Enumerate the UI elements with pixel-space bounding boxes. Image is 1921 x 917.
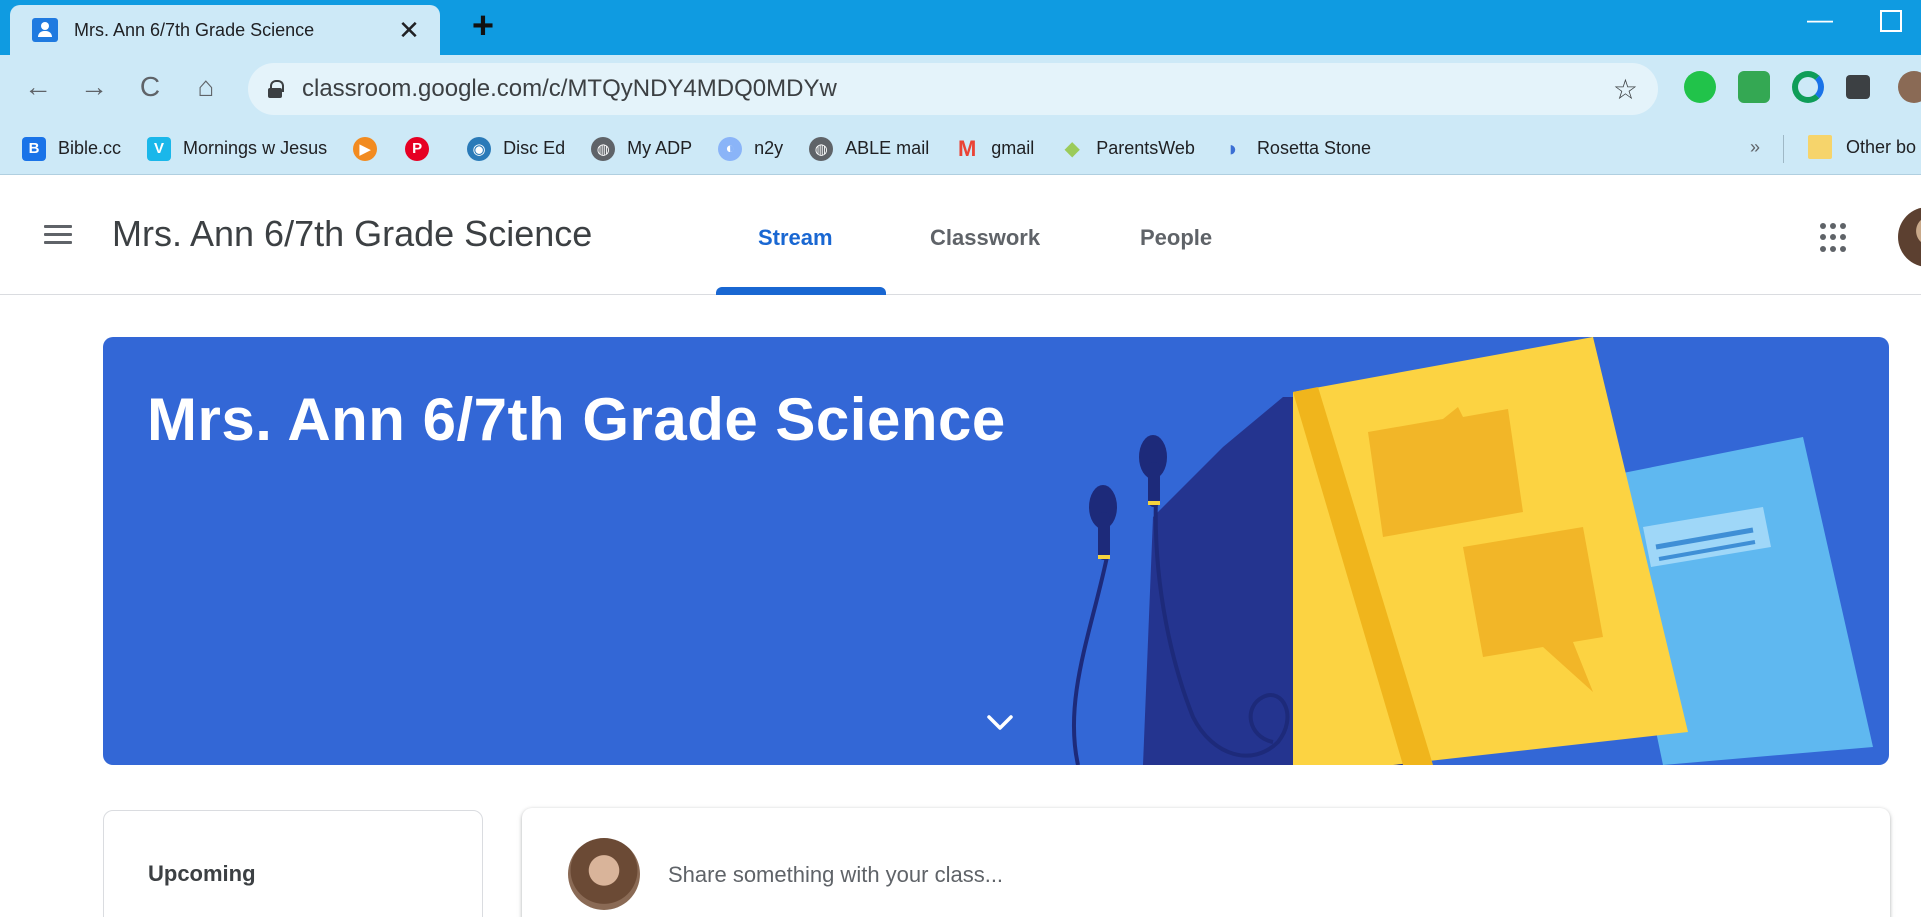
bookmark-label: ParentsWeb [1096,138,1195,158]
bookmark-n2y[interactable]: ◐ n2y [718,136,784,161]
main-menu-icon[interactable] [44,225,72,245]
bookmark-label: My ADP [627,138,693,158]
restore-window-button[interactable] [1880,10,1902,32]
pinterest-icon: P [405,136,430,161]
bookmark-star-icon[interactable]: ☆ [1613,73,1638,106]
new-tab-button[interactable]: + [463,6,503,46]
account-avatar[interactable] [1898,207,1921,267]
bookmark-able-mail[interactable]: ◍ ABLE mail [809,136,930,161]
bookmark-mornings-w-jesus[interactable]: V Mornings w Jesus [147,136,328,161]
bookmark-label: Mornings w Jesus [183,138,328,158]
google-apps-icon[interactable] [1820,223,1850,253]
browser-tab-strip: Mrs. Ann 6/7th Grade Science ✕ + — [0,0,1921,55]
class-title[interactable]: Mrs. Ann 6/7th Grade Science [112,213,592,255]
forward-button[interactable]: → [74,67,114,107]
class-banner: Mrs. Ann 6/7th Grade Science [103,337,1889,765]
globe-icon: ◍ [591,136,616,161]
bookmark-label: n2y [754,138,784,158]
classroom-app-bar: Mrs. Ann 6/7th Grade Science Stream Clas… [0,175,1921,295]
bookmark-rosetta-stone[interactable]: ◗ Rosetta Stone [1221,135,1372,161]
tab-close-icon[interactable]: ✕ [394,15,424,45]
bookmark-label: gmail [991,138,1035,158]
tab-classwork[interactable]: Classwork [930,225,1040,251]
bookmark-bible-cc[interactable]: B Bible.cc [22,136,122,161]
address-bar[interactable]: classroom.google.com/c/MTQyNDY4MDQ0MDYw … [248,63,1658,115]
upcoming-card: Upcoming [103,810,483,917]
home-button[interactable]: ⌂ [186,67,226,107]
browser-tab[interactable]: Mrs. Ann 6/7th Grade Science ✕ [10,5,440,55]
vimeo-icon: V [147,136,172,161]
bookmark-gmail[interactable]: M gmail [955,135,1035,161]
bookmark-label: Rosetta Stone [1256,138,1372,158]
tab-title: Mrs. Ann 6/7th Grade Science [74,19,315,40]
extensions-puzzle-icon[interactable] [1846,75,1870,99]
extension-green-icon[interactable] [1684,71,1716,103]
other-bookmarks-folder[interactable]: Other bo [1808,135,1916,159]
n2y-icon: ◐ [718,136,743,161]
classroom-favicon-icon [32,18,58,42]
more-bookmarks-button[interactable]: » [1750,137,1760,158]
bookmark-label: Bible.cc [58,138,122,158]
play-icon: ▶ [353,136,378,161]
bookmark-parentsweb[interactable]: ◆ ParentsWeb [1060,137,1195,161]
gmail-icon: M [958,135,977,161]
minimize-window-button[interactable]: — [1800,6,1840,36]
bookmark-disc-ed[interactable]: ◉ Disc Ed [467,136,566,161]
bookmark-media[interactable]: ▶ [353,136,389,161]
globe-icon: ◉ [467,136,492,161]
upcoming-heading: Upcoming [148,861,256,886]
rosetta-stone-icon: ◗ [1226,135,1240,161]
bookmark-my-adp[interactable]: ◍ My ADP [591,136,693,161]
banner-class-title: Mrs. Ann 6/7th Grade Science [147,386,1006,453]
back-button[interactable]: ← [18,67,58,107]
bookmarks-divider [1783,135,1784,163]
active-tab-indicator [716,287,886,295]
bookmark-label: Disc Ed [503,138,566,158]
chevron-down-icon[interactable] [983,705,1017,739]
tab-people[interactable]: People [1140,225,1212,251]
reload-button[interactable]: C [130,67,170,107]
share-input-placeholder[interactable]: Share something with your class... [668,862,1003,888]
bible-cc-icon: B [22,136,46,161]
profile-avatar-icon[interactable] [1898,71,1921,103]
user-avatar [568,838,640,910]
bookmark-label: ABLE mail [845,138,930,158]
folder-icon [1808,135,1832,159]
browser-toolbar: ← → C ⌂ classroom.google.com/c/MTQyNDY4M… [0,55,1921,123]
bookmark-pinterest[interactable]: P [405,136,441,161]
globe-icon: ◍ [809,136,834,161]
extension-circle-icon[interactable] [1792,71,1824,103]
bookmarks-bar: B Bible.cc V Mornings w Jesus ▶ P ◉ Disc… [0,123,1921,175]
extension-printer-icon[interactable] [1738,71,1770,103]
parentsweb-icon: ◆ [1064,138,1080,160]
lock-icon[interactable] [268,80,284,98]
url-text[interactable]: classroom.google.com/c/MTQyNDY4MDQ0MDYw [302,75,1613,103]
other-bookmarks-label: Other bo [1846,136,1917,157]
share-post-card[interactable]: Share something with your class... [522,808,1890,917]
tab-stream[interactable]: Stream [758,225,833,251]
